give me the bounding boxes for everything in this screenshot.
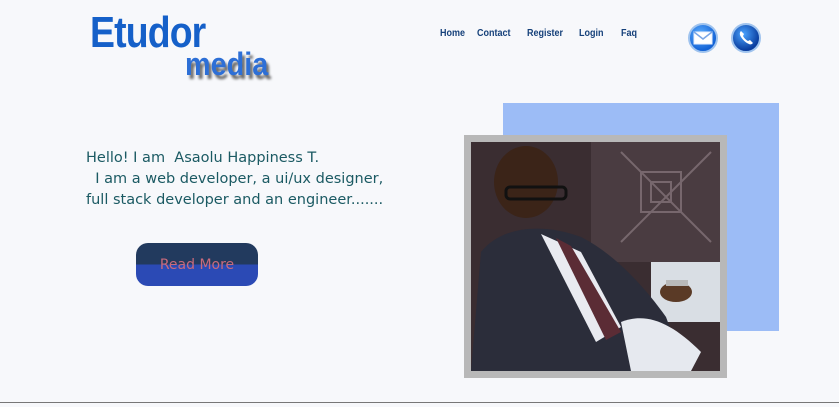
nav-login[interactable]: Login [579,28,603,39]
envelope-icon [693,31,713,45]
intro-text: Hello! I am Asaolu Happiness T. I am a w… [86,148,406,211]
nav-home[interactable]: Home [440,28,465,39]
intro-line-3: full stack developer and an engineer....… [86,192,384,208]
read-more-button[interactable]: Read More [136,243,258,286]
read-more-label: Read More [159,256,235,273]
mail-button[interactable] [688,23,718,53]
nav-faq[interactable]: Faq [621,28,637,39]
nav-contact[interactable]: Contact [477,28,511,39]
bottom-divider [0,402,839,403]
logo[interactable]: Etudor media [90,8,280,88]
profile-photo-frame [464,135,727,378]
logo-sub-text: media [185,46,269,82]
nav-register[interactable]: Register [527,28,563,39]
profile-photo [471,142,720,371]
phone-button[interactable] [731,23,761,53]
intro-line-1: Hello! I am Asaolu Happiness T. [86,150,320,166]
intro-line-2: I am a web developer, a ui/ux designer, [86,171,384,187]
phone-icon [739,31,753,45]
profile-photo-illustration [471,142,720,371]
